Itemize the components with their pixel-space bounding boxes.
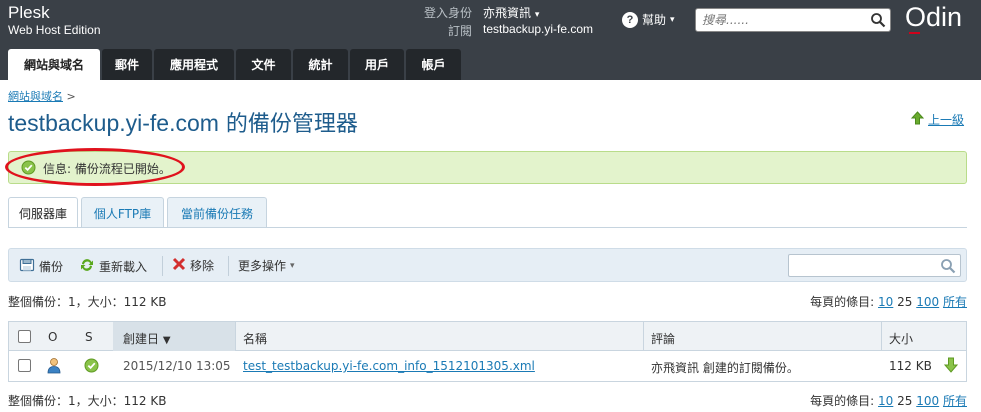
col-header-comment[interactable]: 評論	[651, 330, 675, 347]
per-page-100[interactable]: 100	[916, 295, 939, 309]
column-divider	[881, 322, 882, 351]
tab-statistics[interactable]: 統計	[293, 49, 348, 80]
col-header-size[interactable]: 大小	[889, 330, 913, 347]
per-page-25: 25	[897, 295, 913, 309]
breadcrumb-separator: >	[66, 90, 76, 103]
global-search[interactable]	[695, 8, 891, 32]
per-page-10[interactable]: 10	[878, 295, 893, 309]
row-checkbox[interactable]	[18, 359, 31, 375]
chevron-down-icon: ▾	[534, 10, 540, 20]
download-icon[interactable]	[943, 357, 959, 376]
more-actions-label: 更多操作	[238, 259, 287, 273]
remove-icon	[172, 257, 186, 274]
tab-files[interactable]: 文件	[236, 49, 291, 80]
help-icon: ?	[622, 11, 638, 28]
page-title: testbackup.yi-fe.com 的備份管理器	[8, 106, 358, 138]
col-header-created[interactable]: 創建日 ▼	[123, 330, 171, 347]
subtabs-divider	[8, 227, 967, 228]
toolbar-separator	[228, 256, 229, 276]
subscription-value: testbackup.yi-fe.com	[483, 22, 594, 36]
per-page-100[interactable]: 100	[916, 394, 939, 408]
per-page-label: 每頁的條目:	[810, 295, 875, 309]
column-divider	[235, 322, 236, 351]
col-header-s: S	[85, 330, 93, 344]
up-level-link[interactable]: 上一級	[910, 111, 965, 128]
per-page-all[interactable]: 所有	[943, 394, 967, 408]
backup-table: O S 創建日 ▼ 名稱 評論 大小 2015/12/10 13:05 test…	[8, 321, 967, 382]
page-title-host: testbackup.yi-fe.com	[8, 110, 219, 136]
login-user-name: 亦飛資訊	[483, 6, 532, 20]
tab-personal-ftp[interactable]: 個人FTP庫	[81, 197, 164, 228]
select-all-checkbox[interactable]	[18, 330, 31, 346]
row-created-date: 2015/12/10 13:05	[123, 359, 231, 373]
search-icon[interactable]	[940, 258, 956, 277]
backup-button[interactable]: 備份	[19, 257, 63, 276]
tab-mail[interactable]: 郵件	[102, 49, 152, 80]
tab-account[interactable]: 帳戶	[406, 49, 461, 80]
remove-label: 移除	[190, 259, 215, 273]
backup-summary-bottom: 整個備份：1，大小：112 KB	[8, 394, 167, 408]
brand-edition: Web Host Edition	[8, 23, 101, 37]
col-header-o: O	[48, 330, 58, 344]
help-label: 幫助	[642, 13, 667, 27]
per-page-10[interactable]: 10	[878, 394, 893, 408]
main-tabs: 網站與域名 郵件 應用程式 文件 統計 用戶 帳戶	[8, 49, 461, 80]
reload-label: 重新載入	[99, 260, 148, 274]
more-actions-dropdown[interactable]: 更多操作 ▾	[238, 257, 295, 274]
tab-websites-domains[interactable]: 網站與域名	[8, 49, 100, 80]
up-arrow-icon	[910, 111, 925, 128]
backup-label: 備份	[39, 260, 64, 274]
toolbar-separator	[162, 256, 163, 276]
user-icon	[46, 357, 62, 377]
list-search-field[interactable]	[788, 254, 961, 277]
breadcrumb-link[interactable]: 網站與域名	[8, 90, 63, 103]
up-level-label: 上一級	[928, 113, 965, 127]
tab-current-backup-tasks[interactable]: 當前備份任務	[167, 197, 267, 228]
global-search-input[interactable]	[702, 12, 862, 28]
page-title-suffix: 的備份管理器	[218, 112, 358, 137]
login-label: 登入身份	[424, 6, 473, 20]
subscription-label: 訂閱	[448, 24, 473, 38]
sort-desc-icon: ▼	[162, 335, 171, 346]
search-icon[interactable]	[870, 12, 886, 31]
backup-file-link[interactable]: test_testbackup.yi-fe.com_info_151210130…	[243, 359, 535, 373]
refresh-icon	[79, 257, 95, 276]
entries-per-page-bottom: 每頁的條目: 10 25 100 所有	[810, 392, 967, 409]
table-row: 2015/12/10 13:05 test_testbackup.yi-fe.c…	[9, 351, 966, 381]
table-header: O S 創建日 ▼ 名稱 評論 大小	[9, 322, 966, 351]
tab-server-repository[interactable]: 伺服器庫	[8, 197, 78, 228]
actions-toolbar: 備份 重新載入 移除 更多操作 ▾	[8, 248, 967, 282]
brand-name: Plesk	[8, 3, 50, 22]
row-comment: 亦飛資訊 創建的訂閱備份。	[651, 361, 799, 375]
odin-logo-accent	[909, 32, 920, 34]
login-user-menu[interactable]: 亦飛資訊 ▾	[483, 4, 539, 21]
backup-subtabs: 伺服器庫 個人FTP庫 當前備份任務	[8, 197, 267, 228]
chevron-down-icon: ▾	[670, 14, 675, 25]
backup-summary-top: 整個備份：1，大小：112 KB	[8, 295, 167, 309]
tab-users[interactable]: 用戶	[350, 49, 404, 80]
per-page-all[interactable]: 所有	[943, 295, 967, 309]
help-menu[interactable]: ? 幫助 ▾	[622, 11, 675, 28]
entries-per-page-top: 每頁的條目: 10 25 100 所有	[810, 293, 967, 310]
reload-button[interactable]: 重新載入	[79, 257, 147, 276]
odin-logo: Odin	[905, 2, 963, 32]
per-page-25: 25	[897, 394, 913, 408]
highlight-annotation	[5, 148, 185, 186]
column-divider	[643, 322, 644, 351]
col-header-name[interactable]: 名稱	[243, 330, 267, 347]
per-page-label: 每頁的條目:	[810, 394, 875, 408]
status-ok-icon	[84, 358, 99, 376]
remove-button[interactable]: 移除	[172, 257, 214, 274]
breadcrumb: 網站與域名 >	[8, 88, 76, 104]
tab-applications[interactable]: 應用程式	[154, 49, 234, 80]
chevron-down-icon: ▾	[290, 260, 295, 271]
row-size: 112 KB	[889, 359, 932, 373]
backup-icon	[19, 257, 35, 276]
